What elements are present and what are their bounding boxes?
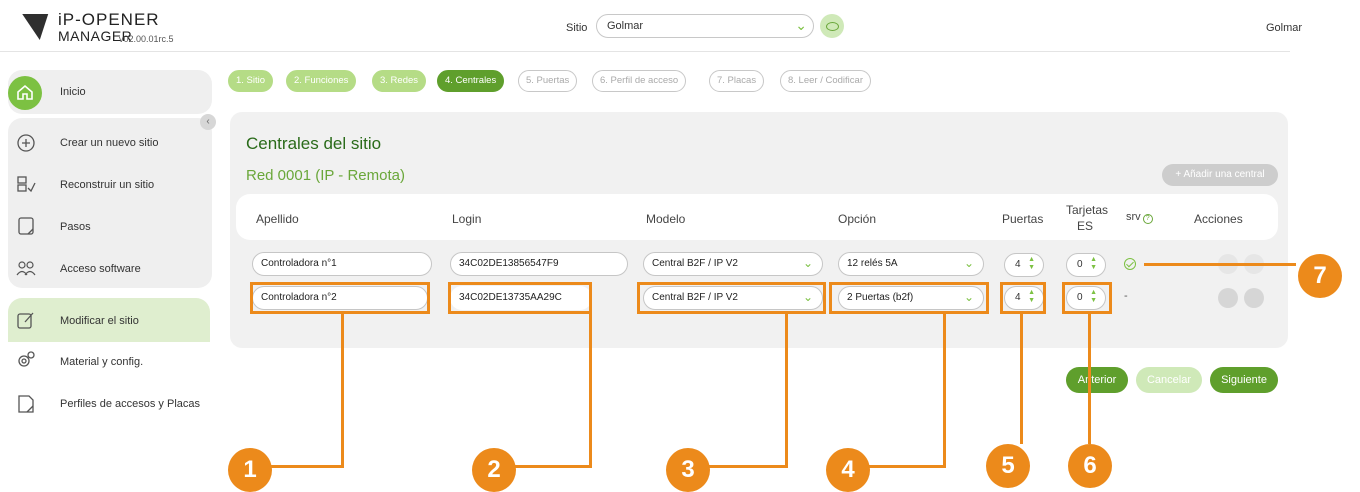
profile-card-icon	[18, 395, 34, 413]
tarjetas-stepper-row1[interactable]: 0 ▲ ▼	[1066, 253, 1106, 277]
step-1[interactable]: 1. Sitio	[228, 70, 274, 92]
puertas-value-row1: 4	[1015, 259, 1021, 270]
column-puertas: Puertas	[1002, 212, 1044, 226]
step-5[interactable]: 5. Puertas	[518, 70, 578, 92]
callout-box-4	[829, 282, 989, 314]
sidebar-item-pasos[interactable]: Pasos	[60, 221, 91, 233]
callout-line-3h	[708, 465, 788, 468]
edit-icon	[17, 312, 34, 329]
sidebar-item-crear-sitio[interactable]: Crear un nuevo sitio	[60, 137, 158, 149]
table-header	[236, 194, 1278, 240]
callout-badge-5: 5	[986, 444, 1030, 488]
modelo-value-row1: Central B2F / IP V2	[652, 258, 738, 269]
callout-badge-3: 3	[666, 448, 710, 492]
add-central-button[interactable]: + Añadir una central	[1162, 164, 1278, 186]
column-modelo: Modelo	[646, 212, 686, 226]
step-6[interactable]: 6. Perfil de acceso	[592, 70, 687, 92]
user-name[interactable]: Golmar	[1266, 22, 1302, 34]
callout-line-2h	[512, 465, 592, 468]
column-tarjetas-es: ES	[1077, 219, 1094, 233]
tarjetas-value-row1: 0	[1077, 259, 1083, 270]
edit-icon[interactable]	[1218, 288, 1238, 308]
callout-line-7	[1144, 263, 1296, 266]
site-select[interactable]: Golmar ⌄	[596, 14, 814, 38]
callout-line-5	[1020, 314, 1023, 444]
callout-badge-4: 4	[826, 448, 870, 492]
next-button[interactable]: Siguiente	[1210, 367, 1278, 393]
callout-box-1	[250, 282, 430, 314]
callout-badge-2: 2	[472, 448, 516, 492]
chevron-down-icon: ⌄	[795, 17, 807, 33]
site-select-value: Golmar	[607, 20, 644, 32]
logo-title: iP-OPENER	[58, 10, 160, 29]
step-7[interactable]: 7. Placas	[709, 70, 765, 92]
sidebar-item-acceso-software[interactable]: Acceso software	[60, 263, 141, 275]
step-4[interactable]: 4. Centrales	[437, 70, 505, 92]
callout-badge-6: 6	[1068, 444, 1112, 488]
login-value-row1: 34C02DE13856547F9	[459, 258, 559, 269]
column-tarjetas: Tarjetas	[1066, 203, 1109, 217]
column-login: Login	[452, 212, 482, 226]
column-opcion: Opción	[838, 212, 877, 226]
column-srv-label: srv	[1126, 211, 1141, 223]
srv-status-row2: -	[1124, 290, 1128, 302]
callout-badge-7: 7	[1298, 254, 1342, 298]
previous-button[interactable]: Anterior	[1066, 367, 1128, 393]
column-apellido: Apellido	[256, 212, 299, 226]
sidebar-item-modificar-sitio[interactable]: Modificar el sitio	[60, 315, 139, 327]
login-input-row1[interactable]: 34C02DE13856547F9	[450, 252, 628, 276]
add-central-label: Añadir una central	[1183, 169, 1265, 180]
network-title: Red 0001 (IP - Remota)	[246, 167, 405, 184]
steps-icon	[18, 217, 34, 235]
sidebar-item-material[interactable]: Material y config.	[60, 356, 143, 368]
sidebar-item-perfiles[interactable]: Perfiles de accesos y Placas	[60, 398, 200, 410]
page-title: Centrales del sitio	[246, 134, 382, 153]
cancel-button[interactable]: Cancelar	[1136, 367, 1202, 393]
chevron-down-icon: ⌄	[963, 256, 974, 270]
callout-line-1h	[270, 465, 344, 468]
view-site-button[interactable]	[820, 14, 844, 38]
sidebar-item-reconstruir[interactable]: Reconstruir un sitio	[60, 179, 154, 191]
callout-box-5	[1000, 282, 1046, 314]
column-srv: srv?	[1126, 211, 1153, 224]
step-3[interactable]: 3. Redes	[372, 70, 427, 92]
callout-badge-1: 1	[228, 448, 272, 492]
srv-check-icon	[1124, 258, 1136, 270]
callout-box-6	[1062, 282, 1112, 314]
apellido-value-row1: Controladora n°1	[261, 258, 337, 269]
collapse-sidebar-button[interactable]: ‹	[200, 114, 216, 130]
app-header: iP-OPENER MANAGER v02.00.01rc.5 Sitio Go…	[0, 0, 1302, 52]
chevron-down-icon: ⌄	[802, 256, 813, 270]
callout-line-6	[1088, 314, 1091, 444]
modelo-select-row1[interactable]: Central B2F / IP V2 ⌄	[643, 252, 823, 276]
stepper-arrows-icon[interactable]: ▲ ▼	[1028, 256, 1035, 272]
stepper-arrows-icon[interactable]: ▲ ▼	[1090, 256, 1097, 272]
callout-box-2	[448, 282, 592, 314]
delete-icon[interactable]	[1244, 288, 1264, 308]
callout-line-2	[589, 314, 592, 468]
apellido-input-row1[interactable]: Controladora n°1	[252, 252, 432, 276]
column-acciones: Acciones	[1194, 212, 1243, 226]
callout-line-4h	[868, 465, 946, 468]
callout-box-3	[637, 282, 826, 314]
callout-line-3	[785, 314, 788, 468]
step-8[interactable]: 8. Leer / Codificar	[780, 70, 871, 92]
home-icon	[17, 84, 33, 100]
site-label: Sitio	[566, 22, 588, 34]
logo-mark	[13, 14, 49, 40]
callout-line-4	[943, 314, 946, 468]
callout-line-1	[341, 314, 344, 468]
sidebar-item-inicio[interactable]: Inicio	[60, 86, 86, 98]
version-label: v02.00.01rc.5	[119, 34, 174, 44]
rebuild-icon	[17, 176, 36, 193]
puertas-stepper-row1[interactable]: 4 ▲ ▼	[1004, 253, 1044, 277]
opcion-value-row1: 12 relés 5A	[847, 258, 898, 269]
step-2[interactable]: 2. Funciones	[286, 70, 357, 92]
gears-icon	[18, 351, 35, 367]
help-icon[interactable]: ?	[1142, 214, 1153, 224]
users-icon	[16, 261, 36, 276]
opcion-select-row1[interactable]: 12 relés 5A ⌄	[838, 252, 984, 276]
plus-circle-icon	[17, 134, 35, 152]
